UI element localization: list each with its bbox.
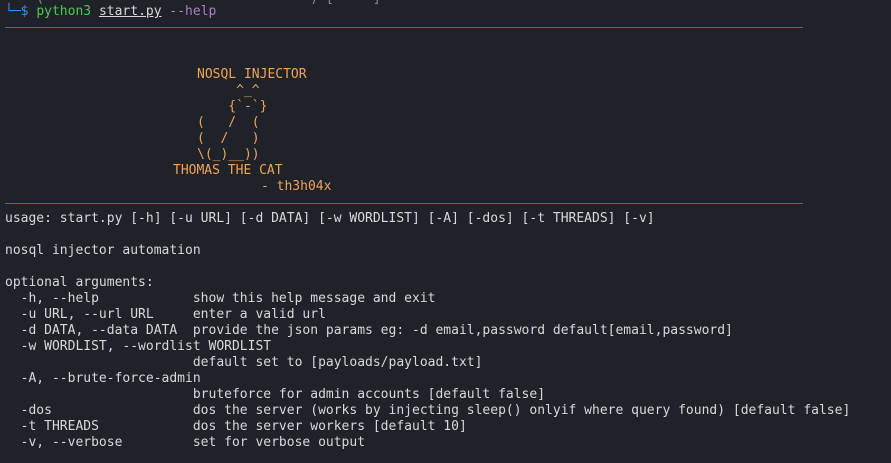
banner-art-line: \(_)__)) <box>197 147 260 162</box>
option-line: -d DATA, --data DATA provide the json pa… <box>5 323 733 338</box>
separator-rule-bottom <box>5 203 803 204</box>
option-line: -h, --help show this help message and ex… <box>5 291 436 306</box>
banner-art-line: ( / ) <box>197 131 260 146</box>
banner-art-line: {`-`} <box>197 99 268 114</box>
banner-cat-name: THOMAS THE CAT <box>173 163 283 178</box>
usage-line: usage: start.py [-h] [-u URL] [-d DATA] … <box>5 211 655 226</box>
section-heading: optional arguments: <box>5 275 154 290</box>
option-line: default set to [payloads/payload.txt] <box>5 355 483 370</box>
prompt-corner: └─ <box>5 4 21 19</box>
banner-art-line: ^_^ <box>197 83 260 98</box>
option-line: -t THREADS dos the server workers [defau… <box>5 419 467 434</box>
banner-art-line: ( / ( <box>197 115 260 130</box>
description-line: nosql injector automation <box>5 243 201 258</box>
command-line: └─$ python3 start.py --help <box>5 4 216 20</box>
banner-author: - th3h04x <box>261 179 332 194</box>
command-flag: --help <box>169 4 217 19</box>
option-line: -dos dos the server (works by injecting … <box>5 403 851 418</box>
option-line: -u URL, --url URL enter a valid url <box>5 307 326 322</box>
script-name: start.py <box>98 4 162 19</box>
option-line: -w WORDLIST, --wordlist WORDLIST <box>5 339 272 354</box>
command-name: python3 <box>36 4 92 19</box>
option-line: bruteforce for admin accounts [default f… <box>5 387 546 402</box>
banner-title: NOSQL INJECTOR <box>197 67 307 82</box>
option-line: -v, --verbose set for verbose output <box>5 435 366 450</box>
prompt-symbol: $ <box>20 4 29 19</box>
option-line: -A, --brute-force-admin <box>5 371 201 386</box>
separator-rule-top <box>5 27 803 28</box>
terminal-window[interactable]: ──( )─[ ] └─$ python3 start.py --help NO… <box>0 0 891 463</box>
